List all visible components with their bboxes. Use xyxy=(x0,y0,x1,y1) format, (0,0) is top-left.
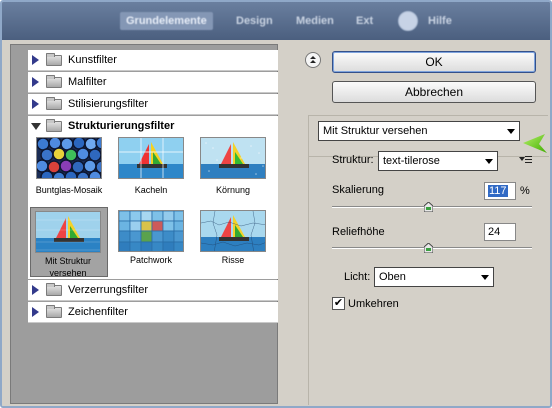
menu-item-medien[interactable]: Medien xyxy=(290,12,340,30)
patchwork-thumbnail xyxy=(118,210,184,252)
thumbnail-label: Patchwork xyxy=(129,255,173,265)
texture-menu-icon[interactable] xyxy=(519,154,532,164)
collapse-triangle-icon[interactable] xyxy=(31,123,41,130)
chevron-down-icon xyxy=(481,275,489,280)
grain-thumbnail xyxy=(200,137,266,179)
skalierung-label: Skalierung xyxy=(332,184,384,196)
expand-triangle-icon[interactable] xyxy=(32,55,39,65)
category-label: Strukturierungsfilter xyxy=(68,120,175,132)
category-kunstfilter[interactable]: Kunstfilter xyxy=(28,50,278,71)
folder-icon xyxy=(46,75,62,88)
collapse-panel-icon[interactable] xyxy=(305,52,321,68)
thumbnail-label: Kacheln xyxy=(134,185,168,195)
category-verzerrungsfilter[interactable]: Verzerrungsfilter xyxy=(28,280,278,301)
thumbnail-kacheln[interactable]: Kacheln xyxy=(114,137,192,199)
help-circle-icon[interactable] xyxy=(398,11,418,31)
thumbnail-label: Buntglas-Mosaik xyxy=(35,185,103,195)
thumbnail-mit-struktur-versehen[interactable]: Mit Struktur versehen xyxy=(30,207,108,278)
reliefhoehe-slider-handle[interactable] xyxy=(423,243,433,253)
umkehren-label: Umkehren xyxy=(348,298,399,310)
category-label: Stilisierungsfilter xyxy=(68,98,149,110)
struktur-select-value: text-tilerose xyxy=(383,155,440,167)
umkehren-checkbox[interactable]: ✔ xyxy=(332,297,345,310)
reliefhoehe-value: 24 xyxy=(488,226,501,238)
thumbnail-buntglas-mosaik[interactable]: Buntglas-Mosaik xyxy=(32,137,110,199)
skalierung-unit: % xyxy=(520,185,530,197)
thumbnail-label: Risse xyxy=(221,255,245,265)
chevron-down-icon xyxy=(485,159,493,164)
category-stilisierungsfilter[interactable]: Stilisierungsfilter xyxy=(28,94,278,115)
thumbnail-grid: Buntglas-Mosaik Kacheln Körnung Mit Stru… xyxy=(28,133,278,279)
expand-triangle-icon[interactable] xyxy=(32,77,39,87)
expand-triangle-icon[interactable] xyxy=(32,307,39,317)
top-menu-bar: Grundelemente Design Medien Ext Hilfe xyxy=(2,2,550,40)
licht-select-value: Oben xyxy=(379,271,406,283)
filter-select[interactable]: Mit Struktur versehen xyxy=(318,121,520,141)
category-label: Kunstfilter xyxy=(68,54,117,66)
thumbnail-label: Körnung xyxy=(215,185,251,195)
expand-triangle-icon[interactable] xyxy=(32,285,39,295)
craquelure-thumbnail xyxy=(200,210,266,252)
cancel-button[interactable]: Abbrechen xyxy=(332,81,536,103)
chevron-down-icon xyxy=(507,129,515,134)
texturizer-thumbnail xyxy=(35,211,101,253)
thumbnail-patchwork[interactable]: Patchwork xyxy=(114,207,192,269)
checkmark-icon: ✔ xyxy=(333,297,344,309)
folder-icon xyxy=(46,97,62,110)
skalierung-slider-handle[interactable] xyxy=(423,202,433,212)
thumbnail-risse[interactable]: Risse xyxy=(196,207,274,269)
menu-item-hilfe[interactable]: Hilfe xyxy=(422,12,458,30)
folder-open-icon xyxy=(46,119,62,132)
reliefhoehe-label: Reliefhöhe xyxy=(332,226,385,238)
menu-item-ext[interactable]: Ext xyxy=(350,12,379,30)
reliefhoehe-field[interactable]: 24 xyxy=(484,223,516,241)
struktur-select[interactable]: text-tilerose xyxy=(378,151,498,171)
category-label: Zeichenfilter xyxy=(68,306,128,318)
licht-label: Licht: xyxy=(344,271,371,283)
thumbnail-koernung[interactable]: Körnung xyxy=(196,137,274,199)
menu-item-design[interactable]: Design xyxy=(230,12,279,30)
left-edge-strip xyxy=(2,40,10,406)
category-malfilter[interactable]: Malfilter xyxy=(28,72,278,93)
folder-icon xyxy=(46,53,62,66)
category-label: Malfilter xyxy=(68,76,107,88)
expand-triangle-icon[interactable] xyxy=(32,99,39,109)
stained-glass-thumbnail xyxy=(36,137,102,179)
thumbnail-label: Mit Struktur versehen xyxy=(44,256,91,278)
category-zeichenfilter[interactable]: Zeichenfilter xyxy=(28,302,278,323)
skalierung-value: 117 xyxy=(488,185,508,197)
green-pointer-arrow-icon xyxy=(523,134,547,153)
tiles-thumbnail xyxy=(118,137,184,179)
filter-select-value: Mit Struktur versehen xyxy=(323,125,428,137)
folder-icon xyxy=(46,305,62,318)
filter-gallery-window: Grundelemente Design Medien Ext Hilfe Ku… xyxy=(0,0,552,408)
folder-icon xyxy=(46,283,62,296)
ok-button[interactable]: OK xyxy=(332,51,536,73)
struktur-label: Struktur: xyxy=(332,154,374,166)
licht-select[interactable]: Oben xyxy=(374,267,494,287)
menu-item-grundelemente[interactable]: Grundelemente xyxy=(120,12,213,30)
skalierung-field[interactable]: 117 xyxy=(484,182,516,200)
category-label: Verzerrungsfilter xyxy=(68,284,149,296)
